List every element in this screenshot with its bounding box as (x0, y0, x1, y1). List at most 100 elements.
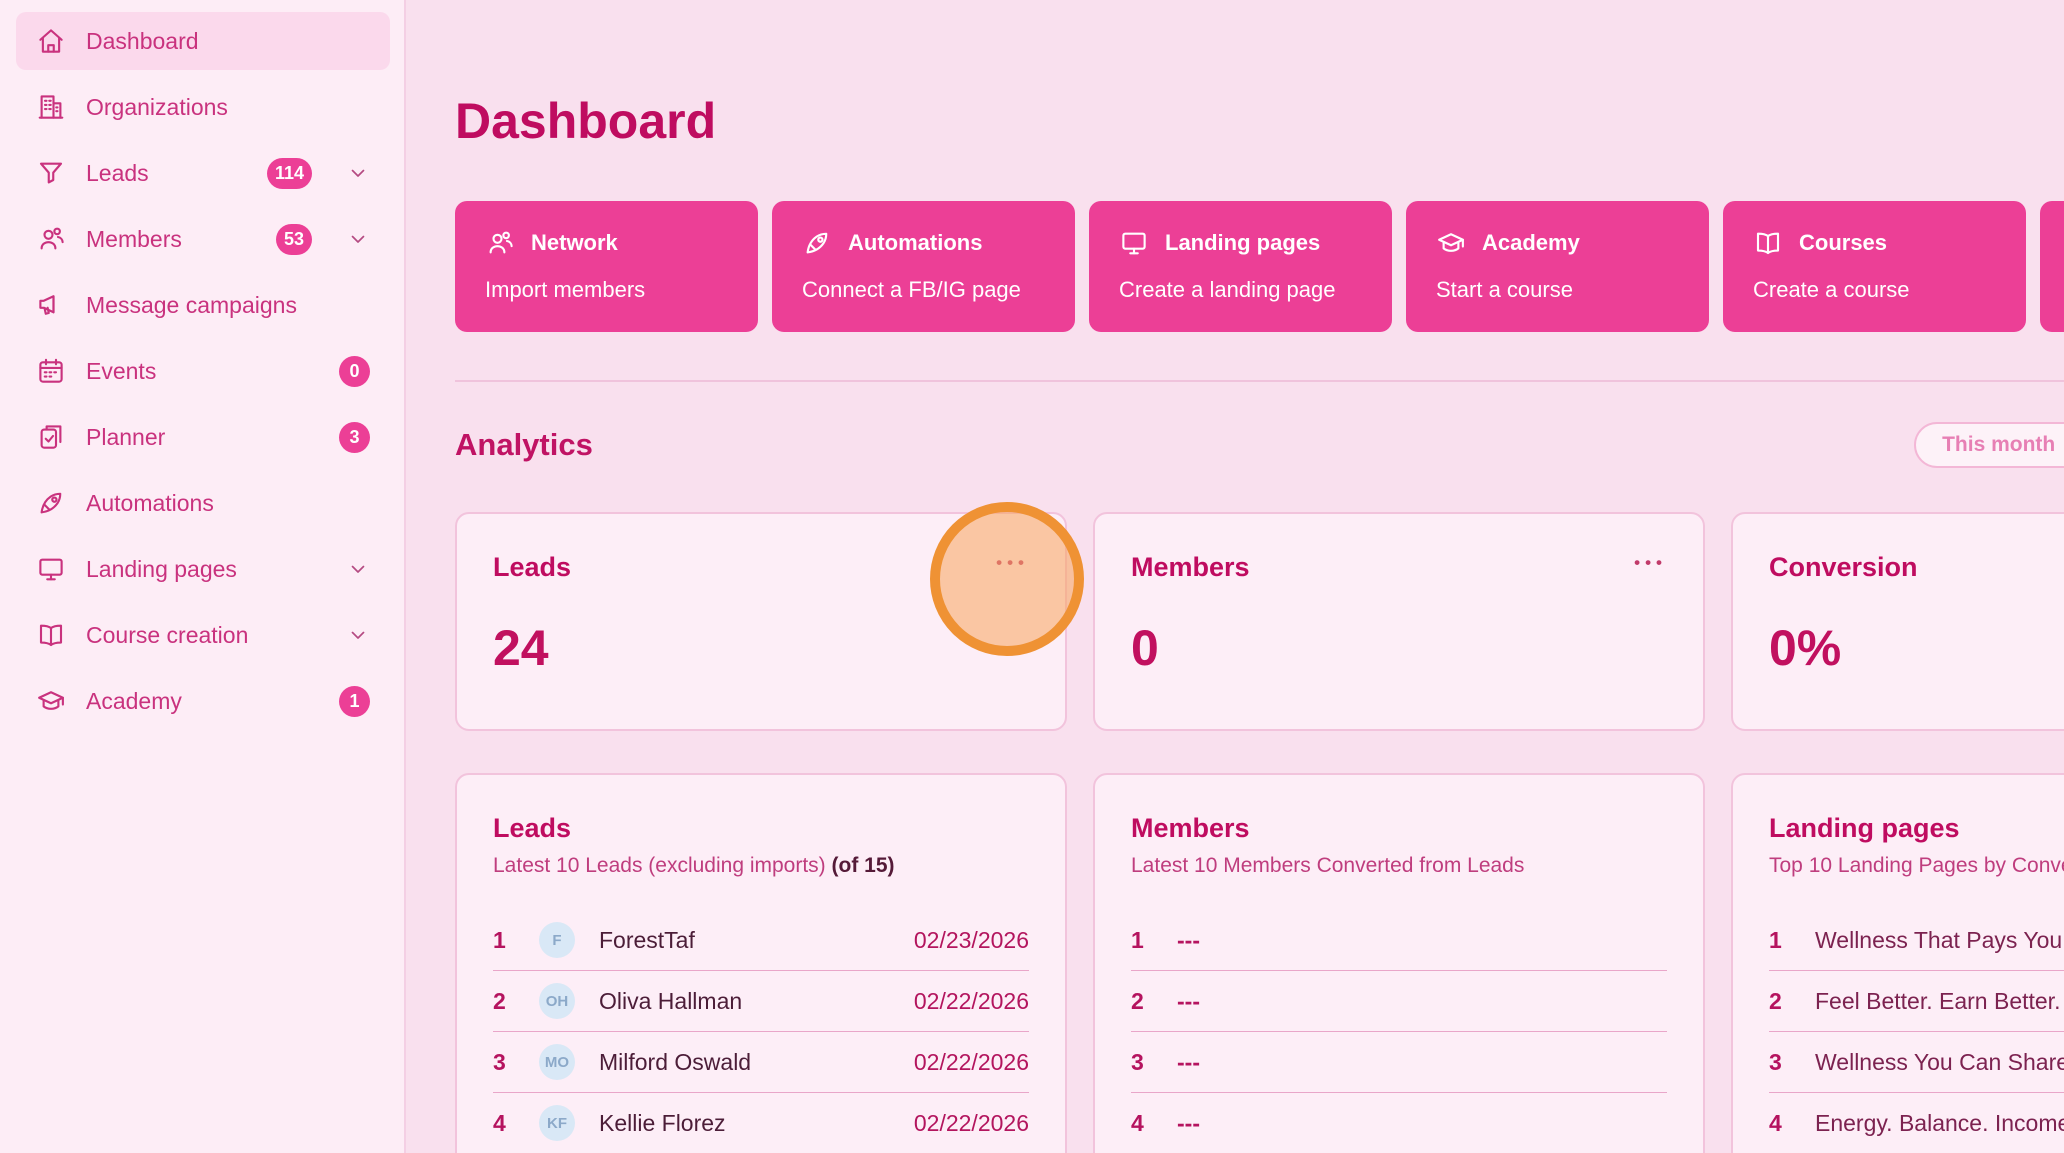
quick-actions-row: NetworkImport membersAutomationsConnect … (455, 201, 2064, 332)
home-icon[interactable] (455, 38, 487, 70)
row-number: 3 (493, 1049, 539, 1076)
row-name: --- (1177, 988, 1667, 1015)
ellipsis-menu-icon[interactable]: ••• (1634, 554, 1667, 571)
sidebar-item-planner[interactable]: Planner 3 (16, 408, 390, 466)
period-label: This month (1942, 433, 2055, 457)
leads-row[interactable]: 3MO Milford Oswald02/22/2026 (493, 1032, 1029, 1093)
quick-action-subtitle: Start a course (1436, 277, 1679, 303)
clipboard-icon (36, 422, 66, 452)
row-name: --- (1177, 927, 1667, 954)
leads-row[interactable]: 2OHOliva Hallman02/22/2026 (493, 971, 1029, 1032)
landing-pages-row[interactable]: 3Wellness You Can Share (1769, 1032, 2064, 1093)
sidebar: DashboardOrganizationsLeads114Members53M… (0, 0, 406, 1153)
breadcrumb[interactable] (455, 38, 487, 70)
quick-action-network[interactable]: NetworkImport members (455, 201, 758, 332)
list-title: Leads (493, 813, 1029, 844)
row-date: 02/22/2026 (914, 1110, 1029, 1137)
sidebar-item-academy[interactable]: Academy1 (16, 672, 390, 730)
landing-pages-row[interactable]: 4Energy. Balance. Income. (1769, 1093, 2064, 1153)
row-date: 02/22/2026 (914, 1049, 1029, 1076)
sidebar-item-label: Dashboard (86, 28, 199, 55)
main-content: Dashboard NetworkImport membersAutomatio… (406, 0, 2064, 1153)
row-number: 1 (1131, 927, 1177, 954)
chevron-down-icon[interactable] (346, 623, 370, 647)
chevron-down-icon[interactable] (346, 227, 370, 251)
list-card-leads: Leads Latest 10 Leads (excluding imports)… (455, 773, 1067, 1153)
list-subtitle: Latest 10 Members Converted from Leads (1131, 854, 1667, 878)
stat-title: Members (1131, 552, 1667, 583)
row-name: Oliva Hallman (599, 988, 914, 1015)
ellipsis-menu-icon[interactable]: ••• (996, 554, 1029, 571)
rocket-icon (802, 228, 832, 258)
quick-action-academy[interactable]: Academy Start a course (1406, 201, 1709, 332)
leads-row[interactable]: 1FForestTaf02/23/2026 (493, 910, 1029, 971)
quick-action-title: Academy (1482, 230, 1580, 256)
landing-pages-row[interactable]: 1Wellness That Pays You Back (1769, 910, 2064, 971)
sidebar-item-automations[interactable]: Automations (16, 474, 390, 532)
row-name: Kellie Florez (599, 1110, 914, 1137)
sidebar-item-organizations[interactable]: Organizations (16, 78, 390, 136)
row-number: 3 (1131, 1049, 1177, 1076)
building-icon (36, 92, 66, 122)
chevron-down-icon[interactable] (346, 557, 370, 581)
sidebar-item-label: Landing pages (86, 556, 237, 583)
sidebar-item-leads[interactable]: Leads114 (16, 144, 390, 202)
members-row: 3--- (1131, 1032, 1667, 1093)
monitor-icon (1119, 228, 1149, 258)
row-name: Milford Oswald (599, 1049, 914, 1076)
home-icon (36, 26, 66, 56)
book-icon (36, 620, 66, 650)
sidebar-item-label: Message campaigns (86, 292, 297, 319)
row-name: Wellness You Can Share (1815, 1049, 2064, 1076)
sidebar-item-members[interactable]: Members53 (16, 210, 390, 268)
quick-action-courses[interactable]: Courses Create a course (1723, 201, 2026, 332)
avatar: MO (539, 1044, 575, 1080)
period-selector[interactable]: This month 02/0 (1914, 422, 2064, 468)
quick-action-title: Courses (1799, 230, 1887, 256)
people-icon (36, 224, 66, 254)
monitor-icon (36, 554, 66, 584)
megaphone-icon (36, 290, 66, 320)
book-icon (1753, 228, 1783, 258)
stat-card-members: Members 0 ••• (1093, 512, 1705, 731)
stat-title: Leads (493, 552, 1029, 583)
chevron-down-icon[interactable] (346, 161, 370, 185)
quick-action-automations[interactable]: AutomationsConnect a FB/IG page (772, 201, 1075, 332)
avatar: KF (539, 1105, 575, 1141)
stat-value: 24 (493, 619, 1029, 677)
stat-value: 0 (1131, 619, 1667, 677)
sidebar-item-label: Members (86, 226, 182, 253)
row-date: 02/23/2026 (914, 927, 1029, 954)
sidebar-item-label: Planner (86, 424, 165, 451)
sidebar-item-label: Events (86, 358, 156, 385)
sidebar-item-message-campaigns[interactable]: Message campaigns (16, 276, 390, 334)
stat-value: 0% (1769, 619, 2064, 677)
sidebar-item-landing-pages[interactable]: Landing pages (16, 540, 390, 598)
quick-action-subtitle: Import members (485, 277, 728, 303)
graduation-cap-icon (1436, 228, 1466, 258)
quick-action-subtitle: Create a course (1753, 277, 1996, 303)
sidebar-item-events[interactable]: Events0 (16, 342, 390, 400)
avatar: OH (539, 983, 575, 1019)
sidebar-item-dashboard[interactable]: Dashboard (16, 12, 390, 70)
row-name: Feel Better. Earn Better. (1815, 988, 2064, 1015)
sidebar-item-course-creation[interactable]: Course creation (16, 606, 390, 664)
app-root: DashboardOrganizationsLeads114Members53M… (0, 0, 2064, 1153)
leads-row[interactable]: 4KFKellie Florez02/22/2026 (493, 1093, 1029, 1153)
row-date: 02/22/2026 (914, 988, 1029, 1015)
count-badge: 3 (339, 422, 370, 453)
analytics-heading: Analytics (455, 427, 593, 463)
row-name: ForestTaf (599, 927, 914, 954)
quick-action-subtitle: Connect a FB/IG page (802, 277, 1045, 303)
quick-action-card-partial[interactable] (2040, 201, 2064, 332)
list-subtitle: Latest 10 Leads (excluding imports) (of … (493, 854, 1029, 878)
list-card-landing-pages: Landing pagesTop 10 Landing Pages by Con… (1731, 773, 2064, 1153)
quick-action-landing-pages[interactable]: Landing pagesCreate a landing page (1089, 201, 1392, 332)
row-name: Wellness That Pays You Back (1815, 927, 2064, 954)
landing-pages-row[interactable]: 2Feel Better. Earn Better. (1769, 971, 2064, 1032)
stat-title: Conversion (1769, 552, 2064, 583)
stat-card-conversion: Conversion0%••• (1731, 512, 2064, 731)
list-subtitle: Top 10 Landing Pages by Convers (1769, 854, 2064, 878)
row-number: 2 (1769, 988, 1815, 1015)
row-number: 2 (1131, 988, 1177, 1015)
